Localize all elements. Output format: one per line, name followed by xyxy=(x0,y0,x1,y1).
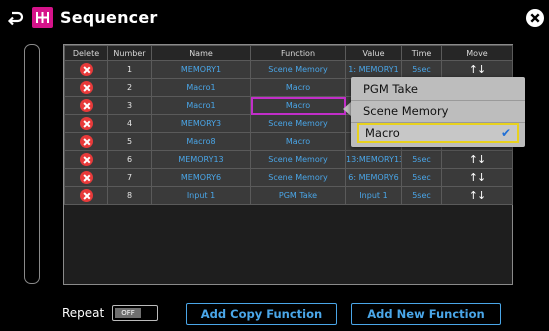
row-move-arrows[interactable]: ↑↓ xyxy=(441,168,513,187)
dropdown-option-pgm-take[interactable]: PGM Take xyxy=(357,79,519,99)
column-header-function: Function xyxy=(250,45,346,61)
dropdown-option-macro-label: Macro xyxy=(365,126,400,140)
row-name[interactable]: Macro1 xyxy=(151,78,251,97)
column-header-name: Name xyxy=(151,45,251,61)
table-header-row: Delete Number Name Function Value Time M… xyxy=(64,45,513,61)
delete-icon[interactable] xyxy=(79,153,93,166)
row-name[interactable]: Macro1 xyxy=(151,96,251,115)
row-value[interactable]: 1: MEMORY1 xyxy=(345,60,402,79)
column-header-value: Value xyxy=(345,45,402,61)
row-number: 7 xyxy=(107,168,152,187)
dropdown-option-macro[interactable]: Macro ✔ xyxy=(357,123,519,143)
row-move-arrows[interactable]: ↑↓ xyxy=(441,60,513,79)
column-header-move: Move xyxy=(441,45,513,61)
row-number: 2 xyxy=(107,78,152,97)
row-name[interactable]: MEMORY6 xyxy=(151,168,251,187)
row-function[interactable]: Scene Memory xyxy=(250,114,346,133)
delete-icon[interactable] xyxy=(79,117,93,130)
repeat-toggle-state: OFF xyxy=(115,308,141,318)
delete-icon[interactable] xyxy=(79,171,93,184)
row-time[interactable]: 5sec xyxy=(401,186,442,205)
row-function[interactable]: PGM Take xyxy=(250,186,346,205)
add-new-function-button[interactable]: Add New Function xyxy=(351,303,501,325)
delete-icon[interactable] xyxy=(79,99,93,112)
check-icon: ✔ xyxy=(500,126,511,140)
row-time[interactable]: 5sec xyxy=(401,60,442,79)
row-number: 3 xyxy=(107,96,152,115)
repeat-toggle[interactable]: OFF xyxy=(112,305,158,321)
row-number: 5 xyxy=(107,132,152,151)
dropdown-option-scene-memory[interactable]: Scene Memory xyxy=(357,101,519,121)
column-header-delete: Delete xyxy=(64,45,108,61)
row-function[interactable]: Macro xyxy=(250,132,346,151)
delete-icon[interactable] xyxy=(79,189,93,202)
row-move-arrows[interactable]: ↑↓ xyxy=(441,150,513,169)
row-move-arrows[interactable]: ↑↓ xyxy=(441,186,513,205)
function-dropdown-menu: PGM Take Scene Memory Macro ✔ xyxy=(351,77,525,147)
row-value[interactable]: Input 1 xyxy=(345,186,402,205)
row-name[interactable]: MEMORY1 xyxy=(151,60,251,79)
delete-icon[interactable] xyxy=(79,63,93,76)
row-function[interactable]: Scene Memory xyxy=(250,60,346,79)
dropdown-pointer xyxy=(343,102,351,116)
table-row[interactable]: 1 MEMORY1 Scene Memory 1: MEMORY1 5sec ↑… xyxy=(64,60,513,79)
column-header-number: Number xyxy=(107,45,152,61)
back-arrow-icon[interactable] xyxy=(6,9,24,27)
row-function[interactable]: Scene Memory xyxy=(250,150,346,169)
row-function[interactable]: Macro xyxy=(250,78,346,97)
row-number: 1 xyxy=(107,60,152,79)
table-row[interactable]: 8 Input 1 PGM Take Input 1 5sec ↑↓ xyxy=(64,186,513,205)
delete-icon[interactable] xyxy=(79,135,93,148)
table-row[interactable]: 7 MEMORY6 Scene Memory 6: MEMORY6 5sec ↑… xyxy=(64,168,513,187)
row-time[interactable]: 5sec xyxy=(401,168,442,187)
close-icon[interactable] xyxy=(525,8,545,28)
sequencer-logo-icon xyxy=(32,7,53,28)
row-value[interactable]: 6: MEMORY6 xyxy=(345,168,402,187)
row-name[interactable]: MEMORY3 xyxy=(151,114,251,133)
row-number: 6 xyxy=(107,150,152,169)
row-name[interactable]: MEMORY13 xyxy=(151,150,251,169)
page-title: Sequencer xyxy=(60,8,158,27)
row-function[interactable]: Scene Memory xyxy=(250,168,346,187)
row-name[interactable]: Input 1 xyxy=(151,186,251,205)
row-name[interactable]: Macro8 xyxy=(151,132,251,151)
delete-icon[interactable] xyxy=(79,81,93,94)
table-row[interactable]: 6 MEMORY13 Scene Memory 13:MEMORY13 5sec… xyxy=(64,150,513,169)
repeat-label: Repeat xyxy=(62,306,105,320)
row-function-selected[interactable]: Macro xyxy=(250,96,346,115)
row-number: 4 xyxy=(107,114,152,133)
row-value[interactable]: 13:MEMORY13 xyxy=(345,150,402,169)
row-time[interactable]: 5sec xyxy=(401,150,442,169)
add-copy-function-button[interactable]: Add Copy Function xyxy=(186,303,337,325)
column-header-time: Time xyxy=(401,45,442,61)
row-number: 8 xyxy=(107,186,152,205)
side-scroll-panel[interactable] xyxy=(24,44,40,284)
